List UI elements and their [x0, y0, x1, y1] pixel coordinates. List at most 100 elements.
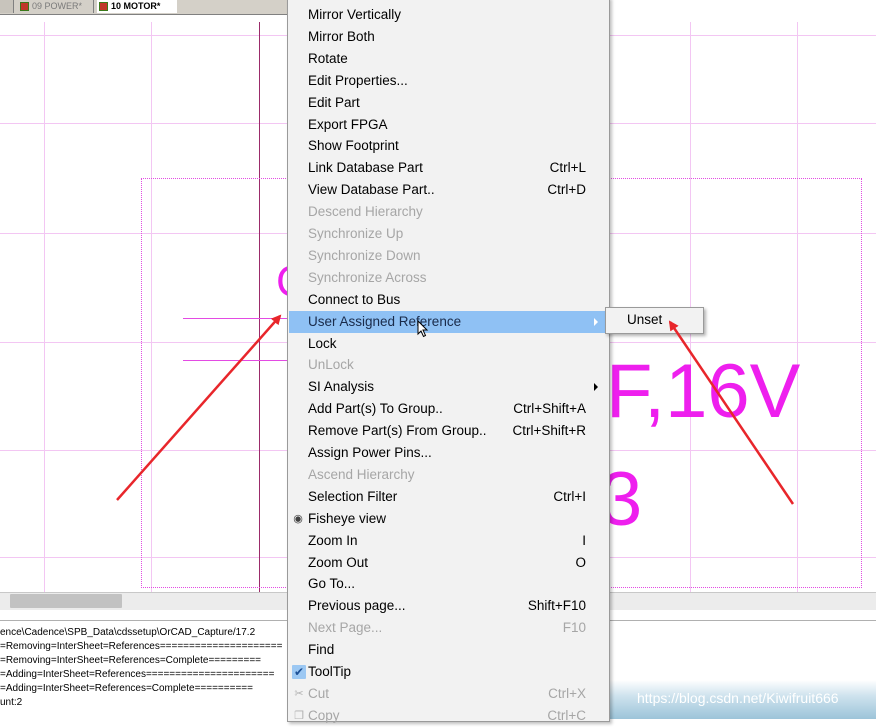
- menu-item-mirror-both[interactable]: Mirror Both: [289, 26, 608, 48]
- menu-item-edit-part[interactable]: Edit Part: [289, 92, 608, 114]
- menu-item-shortcut: Shift+F10: [527, 598, 586, 614]
- menu-item-link-database-part[interactable]: Link Database Part Ctrl+L: [289, 157, 608, 179]
- menu-item-assign-power-pins[interactable]: Assign Power Pins...: [289, 442, 608, 464]
- menu-item-label: Next Page...: [308, 620, 383, 636]
- log-line: =Removing=InterSheet=References=Complete…: [0, 655, 262, 666]
- menu-item-label: Ascend Hierarchy: [308, 466, 415, 482]
- menu-item-label: View Database Part..: [308, 182, 435, 198]
- checkmark-icon: ✔: [292, 665, 306, 679]
- menu-item-label: Go To...: [308, 576, 356, 592]
- schematic-page-icon: [20, 2, 29, 11]
- menu-item-label: ToolTip: [308, 664, 352, 679]
- menu-item-previous-page[interactable]: Previous page... Shift+F10: [289, 595, 608, 617]
- menu-item-label: Connect to Bus: [308, 291, 401, 307]
- menu-item-shortcut: Ctrl+Shift+A: [513, 401, 586, 417]
- menu-item-zoom-out[interactable]: Zoom Out O: [289, 552, 608, 574]
- document-tab[interactable]: [0, 0, 14, 13]
- menu-item-label: Rotate: [308, 50, 348, 66]
- menu-item-edit-properties[interactable]: Edit Properties...: [289, 70, 608, 92]
- menu-item-label: Unset: [627, 312, 663, 327]
- copy-icon: ❐: [294, 709, 304, 722]
- schematic-page-icon: [99, 2, 108, 11]
- menu-item-lock[interactable]: Lock: [289, 333, 608, 355]
- document-tab-10-motor[interactable]: 10 MOTOR*: [97, 0, 177, 13]
- menu-item-find[interactable]: Find: [289, 639, 608, 661]
- menu-item-label: Lock: [308, 335, 337, 351]
- menu-item-label: UnLock: [308, 357, 354, 373]
- menu-item-label: Copy: [308, 707, 340, 723]
- menu-item-shortcut: I: [582, 532, 586, 548]
- menu-item-ascend-hierarchy: Ascend Hierarchy: [289, 464, 608, 486]
- menu-item-shortcut: F10: [562, 620, 586, 636]
- mouse-pointer-icon: [417, 320, 429, 338]
- menu-item-label: Remove Part(s) From Group..: [308, 423, 487, 439]
- document-tab-strip: 09 POWER* 10 MOTOR*: [0, 0, 288, 15]
- eye-icon: ◉: [293, 512, 303, 525]
- menu-item-label: Show Footprint: [308, 138, 399, 154]
- part-pin: [183, 318, 287, 319]
- log-line: =Adding=InterSheet=References=Complete==…: [0, 683, 253, 694]
- menu-item-user-assigned-reference[interactable]: User Assigned Reference: [289, 310, 608, 333]
- scrollbar-thumb[interactable]: [10, 594, 122, 608]
- menu-item-unlock: UnLock: [289, 354, 608, 376]
- menu-item-label: Descend Hierarchy: [308, 204, 423, 220]
- menu-item-label: Find: [308, 642, 335, 658]
- menu-item-label: Synchronize Up: [308, 226, 404, 241]
- menu-item-mirror-vertically[interactable]: Mirror Vertically: [289, 4, 608, 26]
- menu-item-label: Synchronize Across: [308, 269, 427, 285]
- menu-item-label: Cut: [308, 685, 330, 701]
- menu-item-label: Selection Filter: [308, 488, 398, 504]
- menu-item-copy: ❐ Copy Ctrl+C: [289, 705, 608, 727]
- menu-item-shortcut: Ctrl+Shift+R: [512, 423, 586, 439]
- menu-item-zoom-in[interactable]: Zoom In I: [289, 530, 608, 552]
- menu-item-rotate[interactable]: Rotate: [289, 48, 608, 70]
- menu-item-label: Link Database Part: [308, 160, 423, 176]
- menu-item-shortcut: Ctrl+C: [547, 707, 586, 723]
- menu-item-selection-filter[interactable]: Selection Filter Ctrl+I: [289, 486, 608, 508]
- menu-item-label: Export FPGA: [308, 116, 388, 132]
- menu-item-shortcut: O: [575, 554, 586, 570]
- menu-item-label: Mirror Vertically: [308, 7, 402, 22]
- menu-item-descend-hierarchy: Descend Hierarchy: [289, 201, 608, 223]
- menu-item-label: Zoom In: [308, 532, 358, 548]
- log-line: unt:2: [0, 697, 23, 708]
- menu-item-shortcut: Ctrl+L: [549, 160, 586, 176]
- menu-item-view-database-part[interactable]: View Database Part.. Ctrl+D: [289, 179, 608, 201]
- menu-item-show-footprint[interactable]: Show Footprint: [289, 135, 608, 157]
- menu-item-add-part-s-to-group[interactable]: Add Part(s) To Group.. Ctrl+Shift+A: [289, 398, 608, 420]
- menu-item-shortcut: Ctrl+X: [548, 685, 586, 701]
- menu-item-next-page: Next Page... F10: [289, 617, 608, 639]
- menu-item-label: Add Part(s) To Group..: [308, 401, 443, 417]
- menu-item-label: Zoom Out: [308, 554, 369, 570]
- menu-item-synchronize-across: Synchronize Across: [289, 267, 608, 289]
- submenu-arrow-icon: [594, 383, 598, 392]
- part-pin: [183, 360, 287, 361]
- menu-item-label: Assign Power Pins...: [308, 445, 432, 460]
- menu-item-fisheye-view[interactable]: ◉ Fisheye view: [289, 508, 608, 530]
- submenu-item-unset[interactable]: Unset: [607, 309, 702, 331]
- menu-item-label: Mirror Both: [308, 28, 375, 44]
- tab-label: 09 POWER*: [32, 1, 83, 11]
- menu-item-label: Synchronize Down: [308, 247, 421, 263]
- submenu-arrow-icon: [594, 317, 598, 326]
- menu-item-connect-to-bus[interactable]: Connect to Bus: [289, 289, 608, 311]
- document-tab-09-power[interactable]: 09 POWER*: [18, 0, 94, 13]
- scissors-icon: ✂: [294, 687, 304, 700]
- menu-item-tooltip[interactable]: ✔ ToolTip: [289, 661, 608, 683]
- context-menu: Mirror Vertically Mirror Both Rotate Edit P…: [287, 0, 610, 723]
- user-assigned-reference-submenu: Unset: [605, 307, 704, 334]
- menu-item-si-analysis[interactable]: SI Analysis: [289, 376, 608, 398]
- menu-item-remove-part-s-from-group[interactable]: Remove Part(s) From Group.. Ctrl+Shift+R: [289, 420, 608, 442]
- menu-item-export-fpga[interactable]: Export FPGA: [289, 114, 608, 136]
- log-line: =Removing=InterSheet=References=========…: [0, 641, 283, 652]
- menu-item-go-to[interactable]: Go To...: [289, 573, 608, 595]
- menu-item-label: SI Analysis: [308, 379, 375, 395]
- menu-item-cut: ✂ Cut Ctrl+X: [289, 683, 608, 705]
- log-line: =Adding=InterSheet=References===========…: [0, 669, 275, 680]
- part-value-text: F,16V: [606, 349, 801, 434]
- grid-line: [44, 22, 45, 592]
- menu-item-synchronize-down: Synchronize Down: [289, 245, 608, 267]
- menu-item-label: Edit Part: [308, 94, 360, 110]
- menu-item-shortcut: Ctrl+I: [553, 488, 586, 504]
- menu-item-shortcut: Ctrl+D: [547, 182, 586, 198]
